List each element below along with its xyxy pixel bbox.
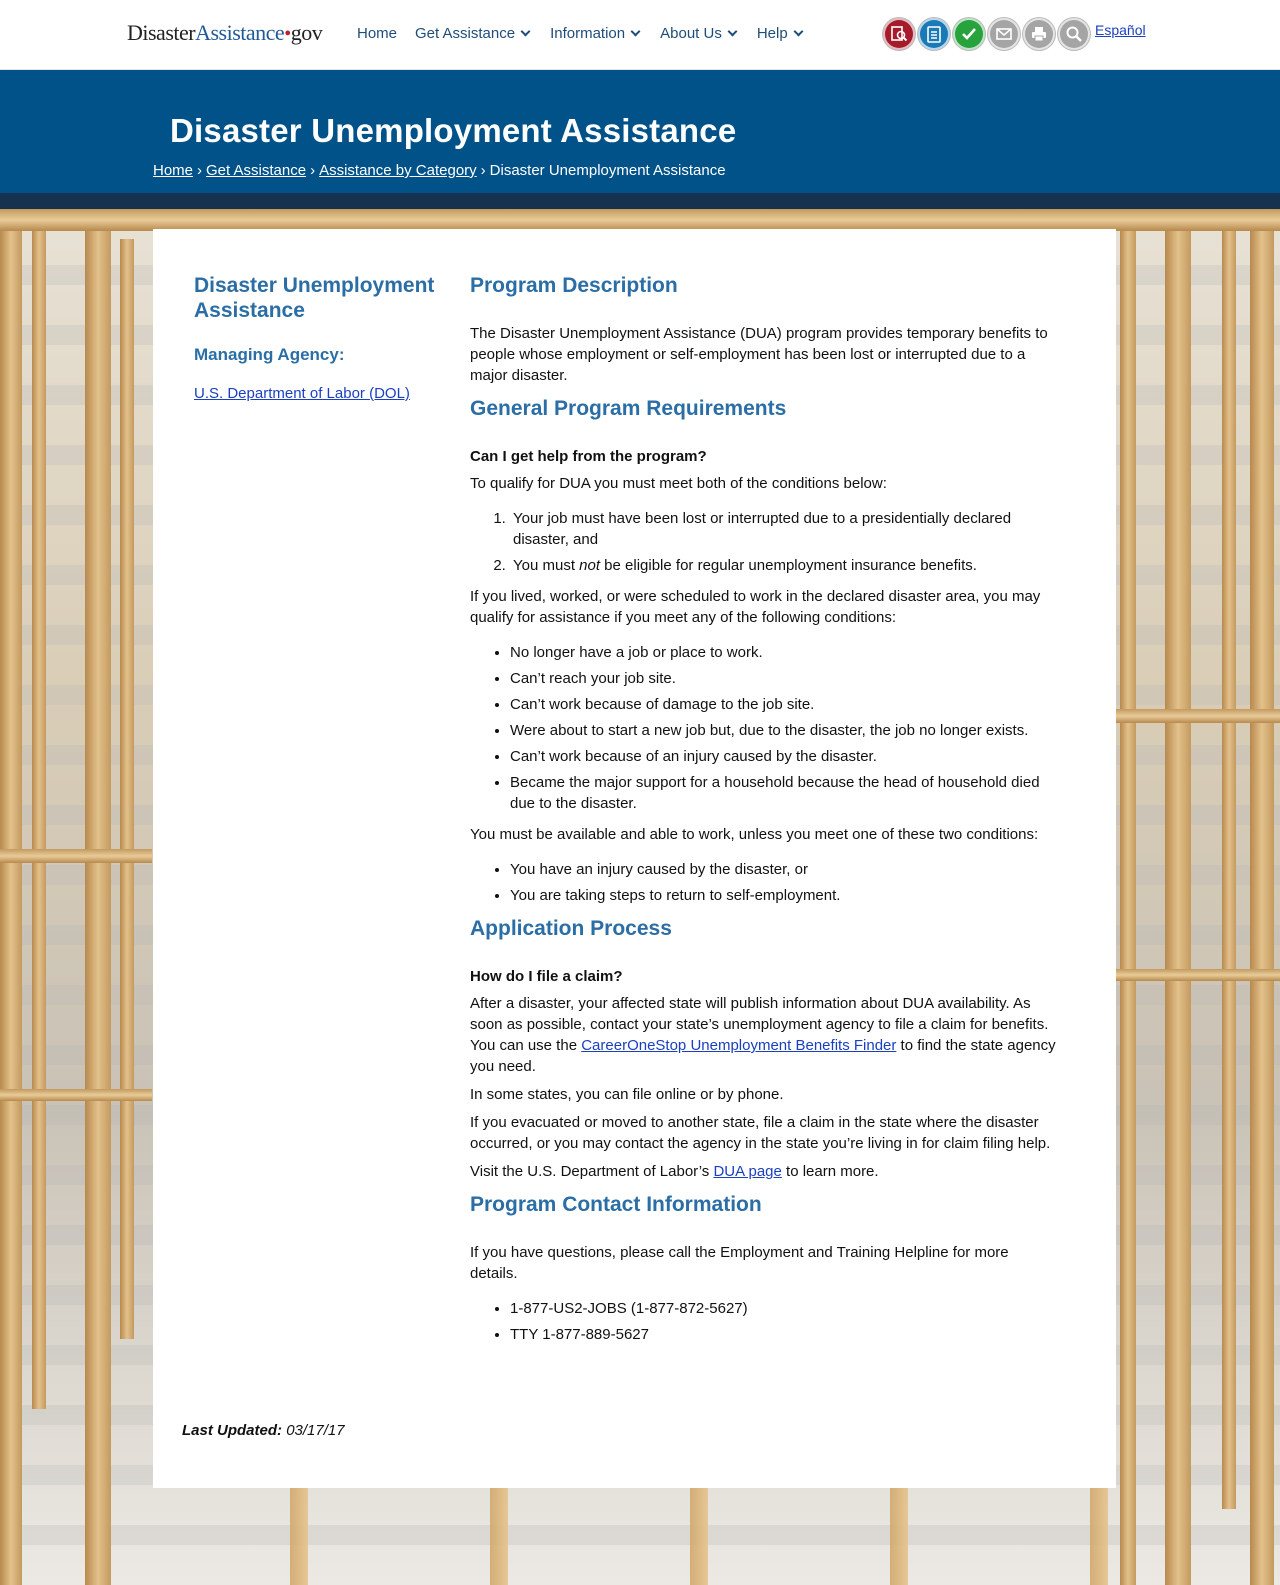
heading-general-requirements: General Program Requirements [470, 397, 787, 420]
list-item: Can’t work because of damage to the job … [510, 694, 1060, 715]
search-icon[interactable] [1058, 18, 1090, 50]
breadcrumb-separator: › [480, 162, 486, 179]
contact-text: If you have questions, please call the E… [470, 1244, 1009, 1282]
apply-online-icon[interactable] [883, 18, 915, 50]
logo-text-assistance: Assistance [195, 20, 285, 45]
breadcrumb: Home › Get Assistance › Assistance by Catego… [153, 162, 726, 179]
language-link-espanol[interactable]: Español [1095, 22, 1146, 38]
chevron-down-icon [793, 26, 804, 37]
list-item: You are taking steps to return to self-e… [510, 885, 1060, 906]
list-item: Became the major support for a household… [510, 772, 1060, 814]
agency-link-dol[interactable]: U.S. Department of Labor (DOL) [194, 385, 439, 402]
sidebar: Disaster Unemployment Assistance Managin… [194, 273, 439, 402]
list-item: Can’t reach your job site. [510, 668, 1060, 689]
logo-text-disaster: Disaster [127, 20, 196, 45]
nav-help[interactable]: Help [757, 25, 805, 42]
list-item-text: be eligible for regular unemployment ins… [600, 557, 977, 574]
list-item: 1-877-US2-JOBS (1-877-872-5627) [510, 1298, 1060, 1319]
nav-home[interactable]: Home [357, 25, 397, 42]
area-conditions-list: No longer have a job or place to work. C… [470, 642, 1060, 814]
list-item-emphasis: not [579, 557, 601, 574]
list-item: Can’t work because of an injury caused b… [510, 746, 1060, 767]
available-to-work-text: You must be available and able to work, … [470, 826, 1039, 843]
application-paragraph-2: In some states, you can file online or b… [470, 1086, 784, 1103]
nav-information-label: Information [550, 25, 626, 42]
list-item: TTY 1-877-889-5627 [510, 1324, 1060, 1345]
sidebar-title: Disaster Unemployment Assistance [194, 274, 435, 322]
careeronestop-link[interactable]: CareerOneStop Unemployment Benefits Find… [581, 1037, 896, 1054]
breadcrumb-get-assistance[interactable]: Get Assistance [206, 162, 306, 179]
checkmark-icon[interactable] [953, 18, 985, 50]
email-icon[interactable] [988, 18, 1020, 50]
last-updated: Last Updated: 03/17/17 [182, 1422, 345, 1439]
breadcrumb-home[interactable]: Home [153, 162, 193, 179]
banner-divider [0, 193, 1280, 209]
heading-program-contact: Program Contact Information [470, 1193, 762, 1216]
heading-application-process: Application Process [470, 917, 672, 940]
program-description-text: The Disaster Unemployment Assistance (DU… [470, 325, 1048, 384]
chevron-down-icon [727, 26, 738, 37]
paragraph-text: to learn more. [781, 1163, 879, 1180]
last-updated-label: Last Updated: [182, 1422, 283, 1439]
application-paragraph-3: If you evacuated or moved to another sta… [470, 1114, 1051, 1152]
last-updated-date: 03/17/17 [286, 1422, 345, 1439]
page-title: Disaster Unemployment Assistance [170, 112, 737, 149]
nav-help-label: Help [756, 25, 788, 42]
print-icon[interactable] [1023, 18, 1055, 50]
dua-page-link[interactable]: DUA page [713, 1163, 781, 1180]
application-paragraph-4: Visit the U.S. Department of Labor’s DUA… [470, 1161, 1060, 1182]
breadcrumb-current: Disaster Unemployment Assistance [489, 162, 726, 179]
list-item: Your job must have been lost or interrup… [510, 508, 1060, 550]
site-logo[interactable]: DisasterAssistance•gov [127, 20, 323, 46]
chevron-down-icon [630, 26, 641, 37]
logo-text-gov: gov [290, 20, 323, 45]
paragraph-text: Visit the U.S. Department of Labor’s [470, 1163, 714, 1180]
qualify-conditions-list: Your job must have been lost or interrup… [470, 508, 1060, 576]
question-how-do-i-file: How do I file a claim? [470, 968, 623, 985]
heading-program-description: Program Description [470, 274, 678, 297]
page-banner: Disaster Unemployment Assistance Home › Ge… [0, 70, 1280, 193]
main-menu: Home Get Assistance Information About Us… [357, 25, 805, 42]
qualify-intro: To qualify for DUA you must meet both of… [470, 475, 887, 492]
list-item: You must not be eligible for regular une… [510, 555, 1060, 576]
breadcrumb-separator: › [197, 162, 203, 179]
nav-about-us-label: About Us [660, 25, 722, 42]
check-status-icon[interactable] [918, 18, 950, 50]
available-conditions-list: You have an injury caused by the disaste… [470, 859, 1060, 906]
breadcrumb-separator: › [310, 162, 316, 179]
managing-agency-label: Managing Agency: [194, 345, 345, 364]
nav-get-assistance[interactable]: Get Assistance [415, 25, 532, 42]
chevron-down-icon [520, 26, 531, 37]
nav-get-assistance-label: Get Assistance [415, 25, 516, 42]
list-item: No longer have a job or place to work. [510, 642, 1060, 663]
nav-home-label: Home [357, 25, 398, 42]
list-item-text: You must [513, 557, 580, 574]
list-item: Were about to start a new job but, due t… [510, 720, 1060, 741]
top-navigation: DisasterAssistance•gov Home Get Assistan… [0, 0, 1280, 70]
breadcrumb-assistance-by-category[interactable]: Assistance by Category [319, 162, 477, 179]
contact-list: 1-877-US2-JOBS (1-877-872-5627) TTY 1-87… [470, 1298, 1060, 1345]
main-content: Program Description The Disaster Unemplo… [470, 273, 1060, 1355]
list-item: You have an injury caused by the disaste… [510, 859, 1060, 880]
application-paragraph-1: After a disaster, your affected state wi… [470, 993, 1060, 1077]
question-can-i-get-help: Can I get help from the program? [470, 448, 707, 465]
tool-icons [883, 18, 1090, 50]
content-card: Disaster Unemployment Assistance Managin… [153, 229, 1116, 1488]
nav-information[interactable]: Information [550, 25, 642, 42]
nav-about-us[interactable]: About Us [660, 25, 739, 42]
disaster-area-text: If you lived, worked, or were scheduled … [470, 588, 1041, 626]
